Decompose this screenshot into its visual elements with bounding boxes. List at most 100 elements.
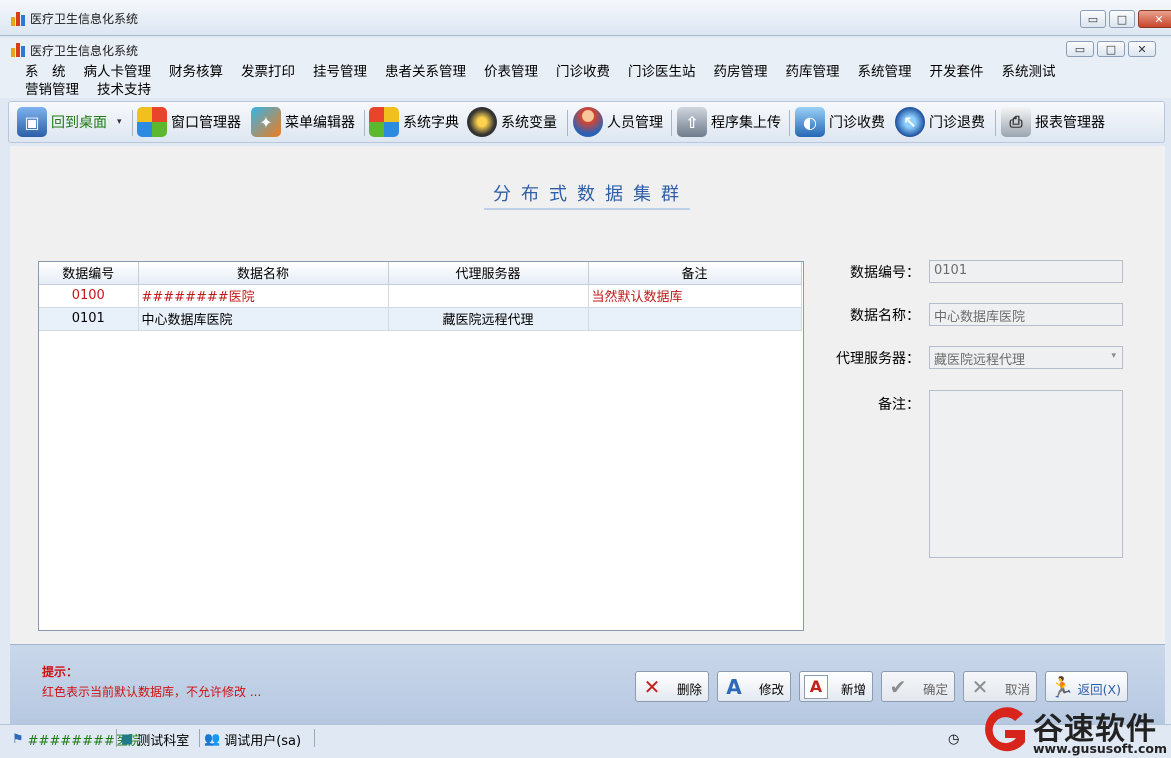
name-field[interactable]: 中心数据库医院 bbox=[929, 303, 1123, 326]
chevron-down-icon[interactable]: ▾ bbox=[117, 117, 122, 127]
menu-invoice-print[interactable]: 发票打印 bbox=[241, 64, 313, 81]
status-user-label: 调试用户(sa) bbox=[224, 733, 302, 749]
title-bar: 医疗卫生信息化系统 ▭ □ ✕ bbox=[0, 0, 1171, 36]
menu-drug-warehouse[interactable]: 药库管理 bbox=[786, 64, 858, 81]
child-close-button[interactable]: ✕ bbox=[1128, 41, 1156, 57]
child-minimize-button[interactable]: ▭ bbox=[1066, 41, 1094, 57]
menu-tech-support[interactable]: 技术支持 bbox=[97, 82, 169, 99]
cell-note bbox=[588, 307, 802, 331]
chevron-down-icon[interactable]: ▾ bbox=[1111, 351, 1116, 361]
minimize-button[interactable]: ▭ bbox=[1080, 10, 1106, 28]
column-header-name[interactable]: 数据名称 bbox=[138, 262, 389, 285]
column-header-id[interactable]: 数据编号 bbox=[39, 262, 139, 285]
server-upload-icon: ⇧ bbox=[677, 107, 707, 137]
toolbar-system-variables[interactable]: 系统变量 bbox=[467, 106, 557, 138]
table-row[interactable]: 0100 ########医院 当然默认数据库 bbox=[39, 284, 802, 308]
column-header-note[interactable]: 备注 bbox=[588, 262, 802, 285]
proxy-select[interactable]: 藏医院远程代理 ▾ bbox=[929, 346, 1123, 369]
toolbar-label: 门诊收费 bbox=[829, 115, 885, 131]
modify-button[interactable]: A 修改 bbox=[717, 671, 791, 702]
cell-note: 当然默认数据库 bbox=[588, 284, 802, 308]
add-button-label: 新增 bbox=[840, 682, 866, 697]
table-row[interactable]: 0101 中心数据库医院 藏医院远程代理 bbox=[39, 307, 802, 331]
add-button[interactable]: A 新增 bbox=[799, 671, 873, 702]
cube-icon: ■ bbox=[121, 731, 134, 747]
menu-patient-card[interactable]: 病人卡管理 bbox=[84, 64, 170, 81]
hint-text: 红色表示当前默认数据库，不允许修改 ... bbox=[42, 685, 262, 699]
close-button[interactable]: ✕ bbox=[1138, 10, 1171, 28]
toolbar-label: 报表管理器 bbox=[1035, 115, 1105, 131]
watermark-logo: 谷速软件 www.gususoft.com bbox=[975, 704, 1171, 758]
data-table: 数据编号 数据名称 代理服务器 备注 0100 ########医院 当然默认数… bbox=[39, 262, 802, 331]
toolbar-label: 系统字典 bbox=[403, 115, 459, 131]
toolbar-system-dictionary[interactable]: 系统字典 bbox=[369, 106, 459, 138]
toolbar-separator bbox=[132, 110, 133, 136]
toolbar-assembly-upload[interactable]: ⇧ 程序集上传 bbox=[677, 106, 781, 138]
menu-pharmacy[interactable]: 药房管理 bbox=[714, 64, 786, 81]
toolbar-outpatient-refund[interactable]: ↖ 门诊退费 bbox=[895, 106, 985, 138]
hint-title: 提示： bbox=[42, 665, 79, 679]
menu-finance[interactable]: 财务核算 bbox=[169, 64, 241, 81]
menu-bar: 系 统 病人卡管理 财务核算 发票打印 挂号管理 患者关系管理 价表管理 门诊收… bbox=[0, 62, 1171, 98]
toolbar-personnel[interactable]: 人员管理 bbox=[573, 106, 663, 138]
menu-patient-relations[interactable]: 患者关系管理 bbox=[385, 64, 484, 81]
toolbar-label: 系统变量 bbox=[501, 115, 557, 131]
data-grid[interactable]: 数据编号 数据名称 代理服务器 备注 0100 ########医院 当然默认数… bbox=[38, 261, 804, 631]
running-man-icon: 🏃 bbox=[1049, 674, 1075, 699]
menu-dev-kit[interactable]: 开发套件 bbox=[930, 64, 1002, 81]
delete-button-label: 删除 bbox=[676, 682, 702, 697]
menu-row-1: 系 统 病人卡管理 财务核算 发票打印 挂号管理 患者关系管理 价表管理 门诊收… bbox=[25, 64, 1074, 81]
menu-system-test[interactable]: 系统测试 bbox=[1002, 64, 1074, 81]
status-department-label: 测试科室 bbox=[137, 733, 190, 749]
status-department: ■ 测试科室 bbox=[121, 729, 189, 749]
id-field[interactable]: 0101 bbox=[929, 260, 1123, 283]
menu-system[interactable]: 系 统 bbox=[25, 64, 84, 81]
printer-icon: ⎙ bbox=[1001, 107, 1031, 137]
id-label: 数据编号： bbox=[850, 265, 920, 281]
windows-flag-icon bbox=[137, 107, 167, 137]
toolbar-separator bbox=[364, 110, 365, 136]
cell-proxy bbox=[388, 284, 589, 308]
note-textarea[interactable] bbox=[929, 390, 1123, 558]
menu-row-2: 营销管理 技术支持 bbox=[25, 82, 169, 99]
clock-icon: ◷ bbox=[948, 731, 960, 747]
table-header-row: 数据编号 数据名称 代理服务器 备注 bbox=[39, 262, 802, 285]
menu-system-admin[interactable]: 系统管理 bbox=[858, 64, 930, 81]
column-header-proxy[interactable]: 代理服务器 bbox=[388, 262, 589, 285]
menu-marketing[interactable]: 营销管理 bbox=[25, 82, 97, 99]
maximize-button[interactable]: □ bbox=[1109, 10, 1135, 28]
child-maximize-button[interactable]: □ bbox=[1097, 41, 1125, 57]
toolbar-label: 窗口管理器 bbox=[171, 115, 241, 131]
toolbar-separator bbox=[789, 110, 790, 136]
app-chart-icon bbox=[10, 10, 26, 26]
toolbar-back-to-desktop[interactable]: ▣ 回到桌面 ▾ bbox=[17, 106, 122, 138]
child-window-title: 医疗卫生信息化系统 bbox=[30, 44, 139, 58]
toolbar-report-manager[interactable]: ⎙ 报表管理器 bbox=[1001, 106, 1105, 138]
checkmark-icon: ✔ bbox=[889, 674, 907, 699]
child-window-controls: ▭ □ ✕ bbox=[1066, 41, 1156, 57]
menu-outpatient-billing[interactable]: 门诊收费 bbox=[556, 64, 628, 81]
cell-name: ########医院 bbox=[138, 284, 389, 308]
edit-icon: A bbox=[726, 674, 742, 699]
menu-price-list[interactable]: 价表管理 bbox=[484, 64, 556, 81]
toolbar-label: 回到桌面 bbox=[51, 115, 107, 131]
toolbar-outpatient-billing[interactable]: ◐ 门诊收费 bbox=[795, 106, 885, 138]
delete-button[interactable]: ✕ 删除 bbox=[635, 671, 709, 702]
confirm-button[interactable]: ✔ 确定 bbox=[881, 671, 955, 702]
confirm-button-label: 确定 bbox=[922, 682, 948, 697]
toolbar-window-manager[interactable]: 窗口管理器 bbox=[137, 106, 241, 138]
toolbar-label: 人员管理 bbox=[607, 115, 663, 131]
main-content: 分布式数据集群 数据编号 数据名称 代理服务器 备注 0100 ########… bbox=[10, 146, 1165, 644]
toolbar-separator bbox=[995, 110, 996, 136]
toolbar-menu-editor[interactable]: ✦ 菜单编辑器 bbox=[251, 106, 355, 138]
toolbar-label: 门诊退费 bbox=[929, 115, 985, 131]
status-separator bbox=[314, 729, 315, 747]
back-button[interactable]: 🏃 返回(X) bbox=[1045, 671, 1128, 702]
proxy-select-value: 藏医院远程代理 bbox=[934, 353, 1026, 368]
proxy-label: 代理服务器： bbox=[836, 351, 920, 367]
menu-registration[interactable]: 挂号管理 bbox=[313, 64, 385, 81]
status-separator bbox=[199, 729, 200, 747]
cancel-button[interactable]: ✕ 取消 bbox=[963, 671, 1037, 702]
monitor-icon: ▣ bbox=[17, 107, 47, 137]
menu-outpatient-doctor[interactable]: 门诊医生站 bbox=[628, 64, 714, 81]
